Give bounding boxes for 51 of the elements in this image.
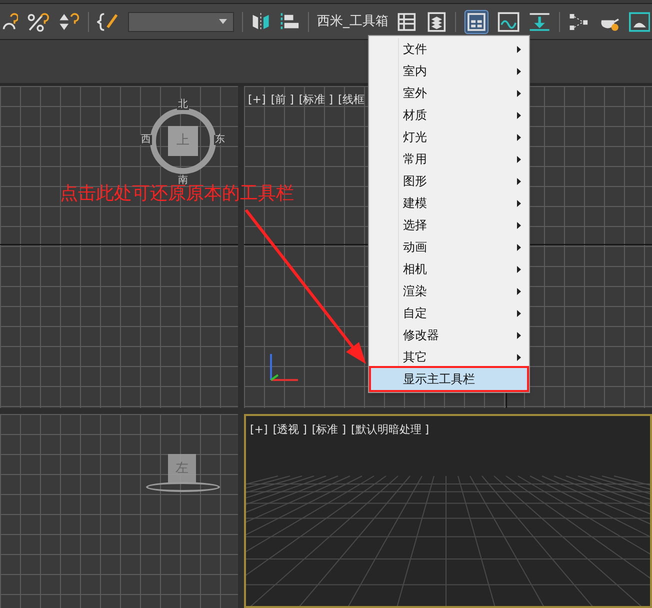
menu-item[interactable]: 灯光 (371, 126, 527, 148)
toolbox-label: 西米_工具箱 (316, 12, 388, 31)
menu-item[interactable]: 材质 (371, 104, 527, 126)
submenu-arrow-icon (517, 244, 521, 250)
submenu-arrow-icon (517, 200, 521, 206)
submenu-arrow-icon (517, 46, 521, 52)
submenu-arrow-icon (517, 354, 521, 360)
menu-item[interactable]: 相机 (371, 258, 527, 280)
compass-label: 北 (177, 100, 189, 110)
curve-editor-icon[interactable] (496, 10, 520, 34)
submenu-arrow-icon (517, 266, 521, 272)
viewport-label[interactable]: [标准 ] (312, 422, 346, 438)
submenu-arrow-icon (517, 222, 521, 228)
submenu-arrow-icon (517, 332, 521, 338)
menu-item[interactable]: 文件 (371, 38, 527, 60)
submenu-arrow-icon (517, 156, 521, 162)
compass-label: 南 (177, 176, 189, 186)
submenu-arrow-icon (517, 90, 521, 96)
submenu-arrow-icon (517, 112, 521, 118)
submenu-arrow-icon (517, 288, 521, 294)
viewport-label[interactable]: [+] (248, 92, 266, 108)
menu-item[interactable]: 修改器 (371, 324, 527, 346)
menu-item[interactable]: 显示主工具栏 (371, 368, 527, 390)
viewport[interactable]: [+] [透视 ] [标准 ] [默认明暗处理 ] (244, 414, 652, 608)
menu-item[interactable]: 室内 (371, 60, 527, 82)
layers-icon[interactable] (426, 10, 448, 34)
compass-label: 西 (140, 135, 152, 145)
menu-item[interactable]: 其它 (371, 346, 527, 368)
menu-item[interactable]: 自定 (371, 302, 527, 324)
viewport-label[interactable]: [默认明暗处理 ] (351, 422, 430, 438)
viewport-label[interactable]: [+] (250, 422, 268, 438)
submenu-arrow-icon (517, 68, 521, 74)
viewport-label[interactable]: [线框 (338, 92, 364, 108)
annotation-text: 点击此处可还原原本的工具栏 (60, 183, 294, 206)
menu-item[interactable]: 室外 (371, 82, 527, 104)
menu-item[interactable]: 选择 (371, 214, 527, 236)
submenu-arrow-icon (517, 310, 521, 316)
viewport-label[interactable]: [前 ] (270, 92, 294, 108)
submenu-arrow-icon (517, 134, 521, 140)
scene-explorer-icon[interactable] (464, 8, 489, 36)
menu-item[interactable]: 图形 (371, 170, 527, 192)
menu-item[interactable]: 渲染 (371, 280, 527, 302)
submenu-arrow-icon (517, 178, 521, 184)
menu-item[interactable]: 动画 (371, 236, 527, 258)
render-frame-icon[interactable] (628, 10, 650, 34)
caret-icon[interactable] (219, 19, 228, 24)
menu-item[interactable]: 常用 (371, 148, 527, 170)
viewport-label[interactable]: [透视 ] (272, 422, 307, 438)
compass-label: 东 (214, 135, 226, 145)
viewport-label[interactable]: [标准 ] (298, 92, 333, 108)
menu-item[interactable]: 建模 (371, 192, 527, 214)
